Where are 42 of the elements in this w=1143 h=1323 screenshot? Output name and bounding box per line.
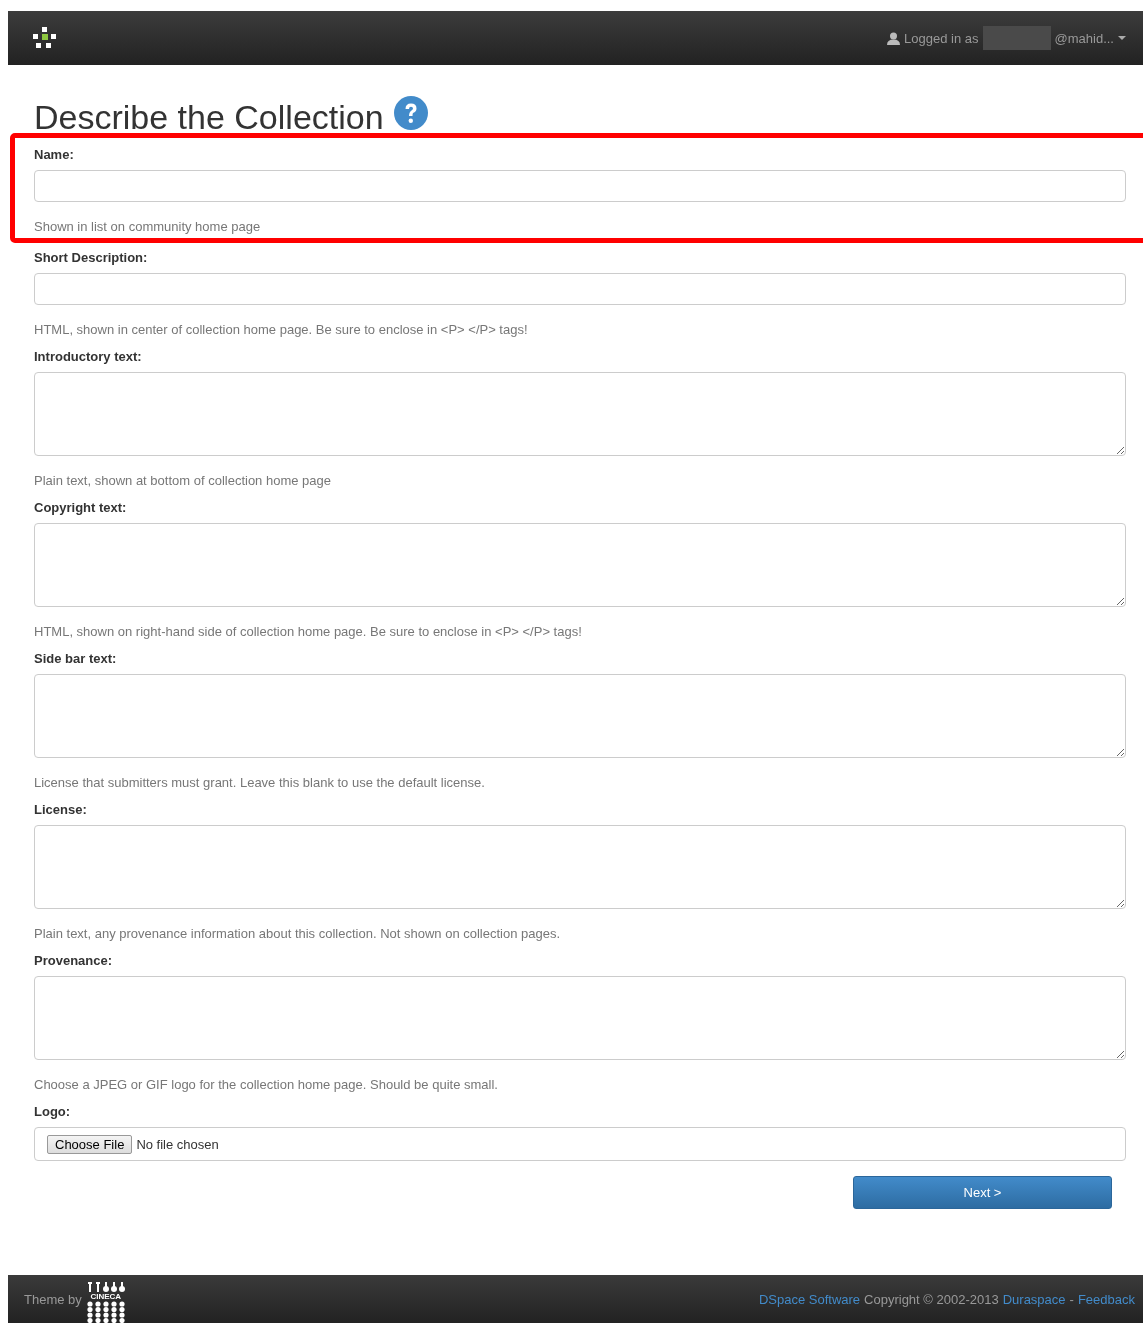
help-text: Shown in list on community home page bbox=[34, 219, 262, 234]
footer-link[interactable]: Feedback bbox=[1077, 1291, 1135, 1307]
field-label: License: bbox=[34, 802, 88, 817]
file-status: No file chosen bbox=[136, 1136, 219, 1152]
help-icon[interactable] bbox=[393, 96, 428, 130]
text-area[interactable] bbox=[34, 825, 1126, 909]
text-area[interactable] bbox=[34, 372, 1126, 456]
field-label: Copyright text: bbox=[34, 500, 128, 515]
caret-icon bbox=[1118, 36, 1126, 40]
field-label: Name: bbox=[34, 147, 75, 162]
theme-label: Theme by bbox=[24, 1291, 82, 1307]
text-field[interactable] bbox=[34, 170, 1126, 202]
user-name: @mahid... bbox=[1054, 30, 1114, 46]
footer-link[interactable]: Duraspace bbox=[1002, 1291, 1066, 1307]
footer-link[interactable]: DSpace Software bbox=[758, 1291, 861, 1307]
help-text: Plain text, shown at bottom of collection home page bbox=[34, 473, 332, 488]
field-label: Introductory text: bbox=[34, 349, 143, 364]
logo-icon[interactable] bbox=[33, 27, 57, 49]
field-label: Short Description: bbox=[34, 250, 149, 265]
help-text: HTML, shown in center of collection home page. Be sure to enclose in <P> </P> tags! bbox=[34, 322, 529, 337]
text-area[interactable] bbox=[34, 523, 1126, 607]
text-area[interactable] bbox=[34, 674, 1126, 758]
field-label: Logo: bbox=[34, 1104, 72, 1119]
help-text: License that submitters must grant. Leave this blank to use the default license. bbox=[34, 775, 486, 790]
redacted-block bbox=[982, 26, 1051, 50]
choose-file-button[interactable]: Choose File bbox=[47, 1134, 133, 1154]
help-text: Plain text, any provenance information about this collection. Not shown on collection pages. bbox=[34, 926, 562, 941]
footer-text: Copyright © 2002-2013 bbox=[864, 1291, 999, 1307]
field-label: Side bar text: bbox=[34, 651, 118, 666]
footer-text: - bbox=[1069, 1291, 1074, 1307]
field-label: Provenance: bbox=[34, 953, 114, 968]
logged-in-label: Logged in as bbox=[904, 30, 979, 46]
user-icon bbox=[887, 31, 901, 45]
page-title: Describe the Collection bbox=[34, 97, 384, 137]
help-text: Choose a JPEG or GIF logo for the collection home page. Should be quite small. bbox=[34, 1077, 499, 1092]
user-menu[interactable]: Logged in as @mahid... bbox=[887, 26, 1126, 50]
text-field[interactable] bbox=[34, 273, 1126, 305]
file-field[interactable]: Choose File No file chosen bbox=[34, 1127, 1126, 1161]
next-button[interactable]: Next > bbox=[853, 1176, 1112, 1209]
help-text: HTML, shown on right-hand side of collection home page. Be sure to enclose in <P> </P> tags! bbox=[34, 624, 583, 639]
cineca-logo[interactable]: CINECA bbox=[85, 1281, 126, 1323]
text-area[interactable] bbox=[34, 976, 1126, 1060]
